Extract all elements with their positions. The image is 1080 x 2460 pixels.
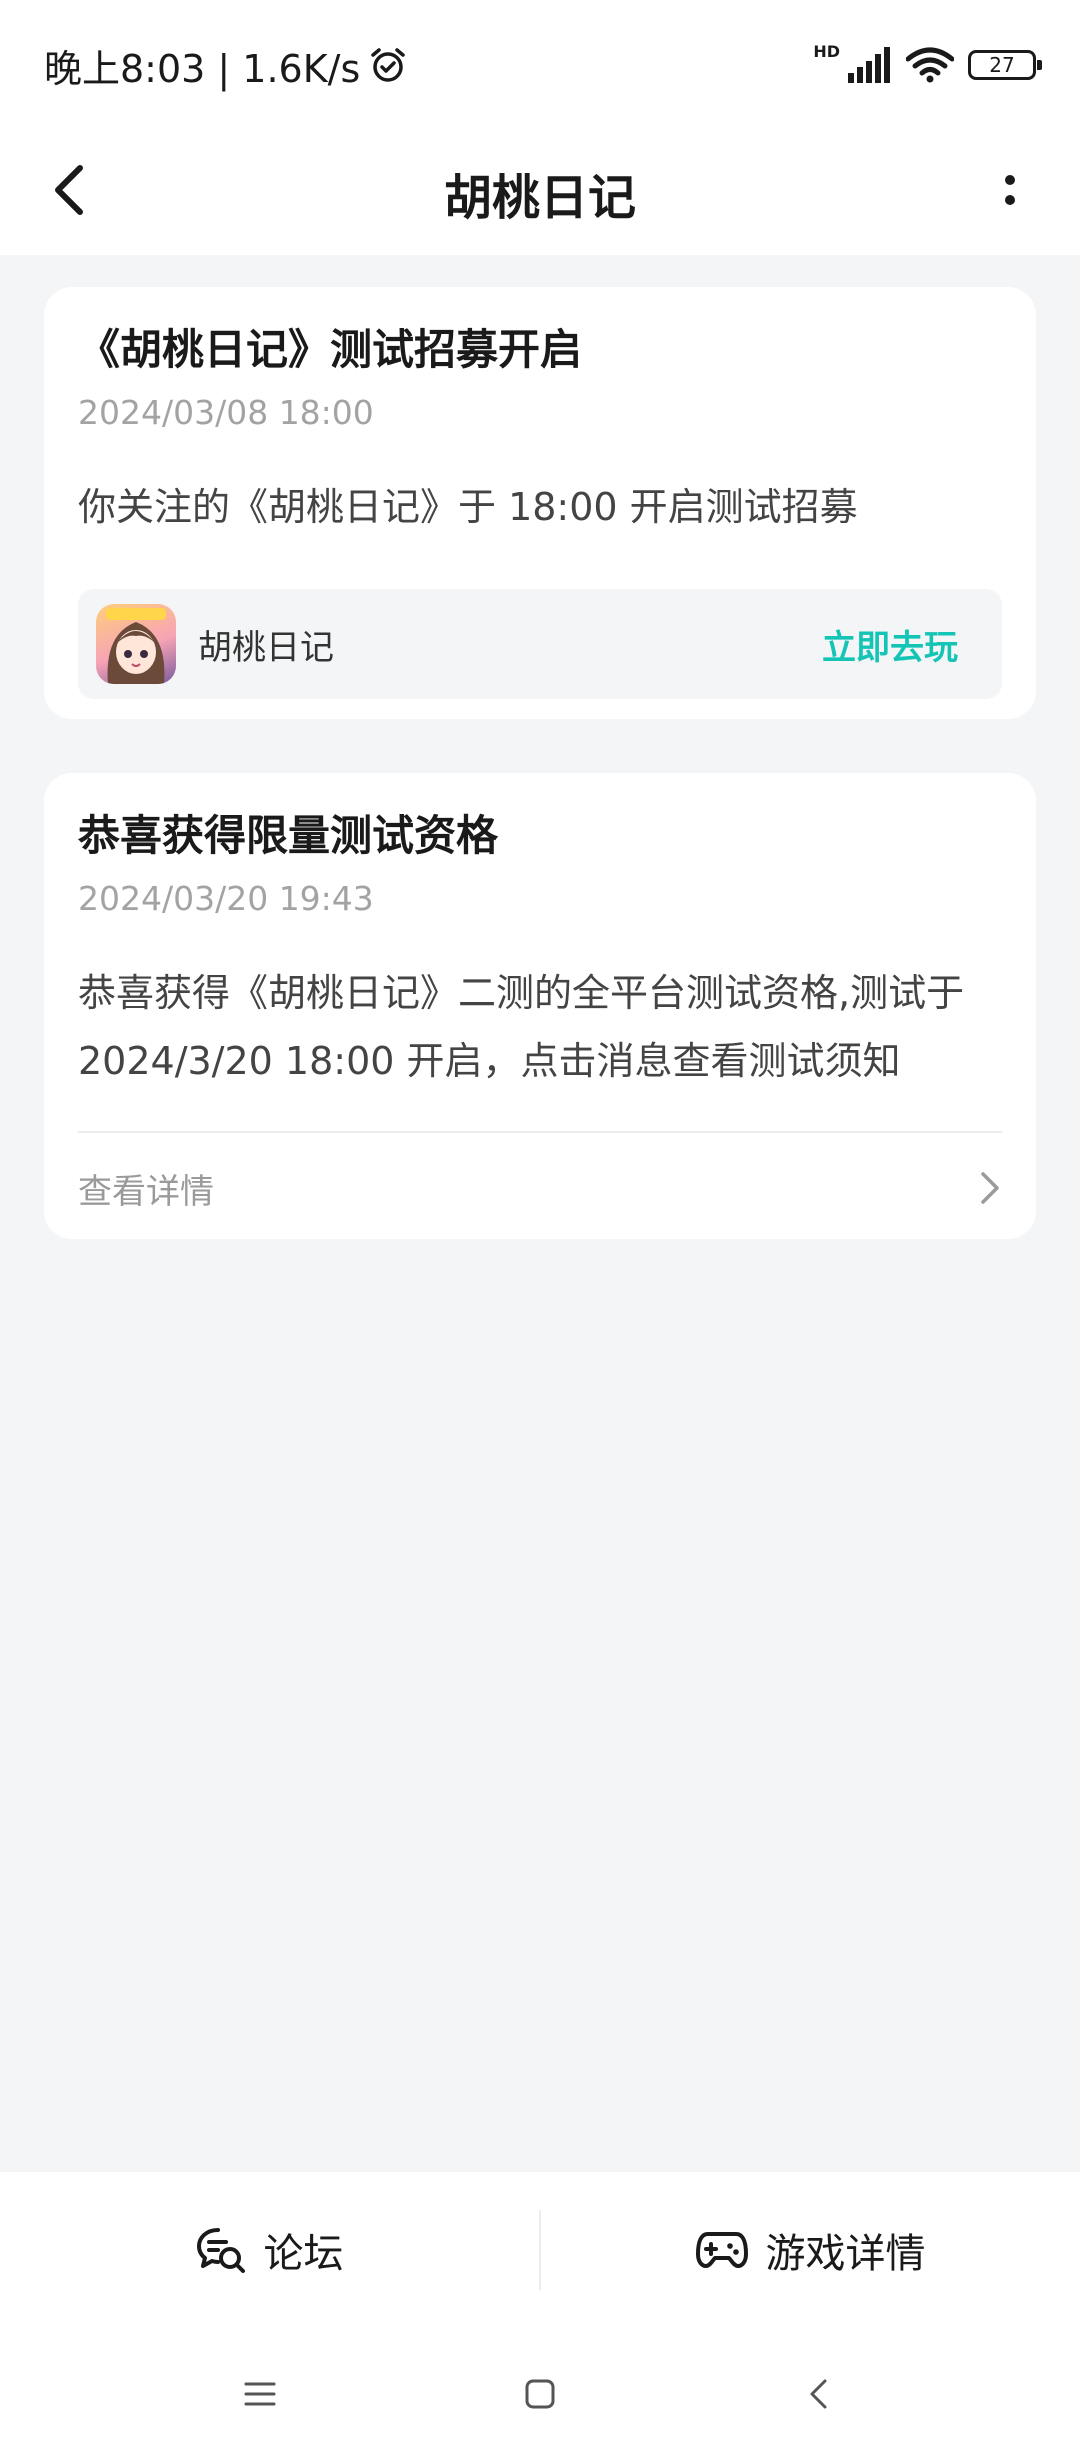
more-dot-icon (1005, 175, 1015, 185)
alarm-icon (371, 48, 405, 82)
back-arrow-icon (55, 165, 83, 215)
more-options-button[interactable] (980, 160, 1040, 220)
battery-level: 27 (989, 53, 1015, 77)
message-title: 《胡桃日记》测试招募开启 (78, 325, 583, 374)
home-icon[interactable] (520, 2374, 560, 2414)
system-back-icon[interactable] (800, 2374, 840, 2414)
play-now-button[interactable]: 立即去玩 (822, 620, 958, 669)
battery-icon: 27 (968, 50, 1042, 80)
nav-bar: 胡桃日记 (0, 130, 1080, 255)
wifi-icon (906, 47, 954, 83)
view-details-row[interactable]: 查看详情 (78, 1133, 1002, 1243)
message-time: 2024/03/20 19:43 (78, 879, 374, 918)
back-button[interactable] (50, 160, 110, 220)
chevron-right-icon (981, 1172, 999, 1204)
message-body: 你关注的《胡桃日记》于 18:00 开启测试招募 (78, 485, 858, 529)
view-details-label: 查看详情 (78, 1171, 214, 1212)
forum-chat-icon (196, 2227, 245, 2273)
status-bar: 晚上8:03 | 1.6K/s HD 27 (0, 0, 1080, 130)
forum-tab-label: 论坛 (263, 2230, 344, 2277)
more-dot-icon (1005, 195, 1015, 205)
game-entry[interactable]: 胡桃日记 立即去玩 (78, 589, 1002, 699)
game-name: 胡桃日记 (198, 627, 334, 668)
game-details-tab-label: 游戏详情 (765, 2230, 926, 2277)
forum-tab[interactable]: 论坛 (0, 2172, 539, 2327)
system-navigation-bar (0, 2327, 1080, 2460)
status-right: HD 27 (813, 42, 1042, 83)
status-time: 晚上8:03 | 1.6K/s (44, 46, 361, 91)
hd-badge: HD (813, 41, 840, 61)
game-app-icon (96, 604, 176, 684)
message-card-qualification[interactable]: 恭喜获得限量测试资格 2024/03/20 19:43 恭喜获得《胡桃日记》二测… (44, 773, 1036, 1239)
status-left: 晚上8:03 | 1.6K/s (44, 38, 408, 93)
gamepad-icon (695, 2231, 748, 2268)
game-details-tab[interactable]: 游戏详情 (541, 2172, 1080, 2327)
message-time: 2024/03/08 18:00 (78, 393, 374, 432)
message-title: 恭喜获得限量测试资格 (78, 811, 499, 860)
message-card-recruitment[interactable]: 《胡桃日记》测试招募开启 2024/03/08 18:00 你关注的《胡桃日记》… (44, 287, 1036, 719)
page-title: 胡桃日记 (443, 169, 636, 226)
message-body: 恭喜获得《胡桃日记》二测的全平台测试资格,测试于2024/3/20 18:00 … (78, 971, 965, 1083)
bottom-action-bar: 论坛 游戏详情 (0, 2172, 1080, 2327)
signal-icon (848, 47, 890, 83)
menu-icon[interactable] (240, 2378, 280, 2410)
